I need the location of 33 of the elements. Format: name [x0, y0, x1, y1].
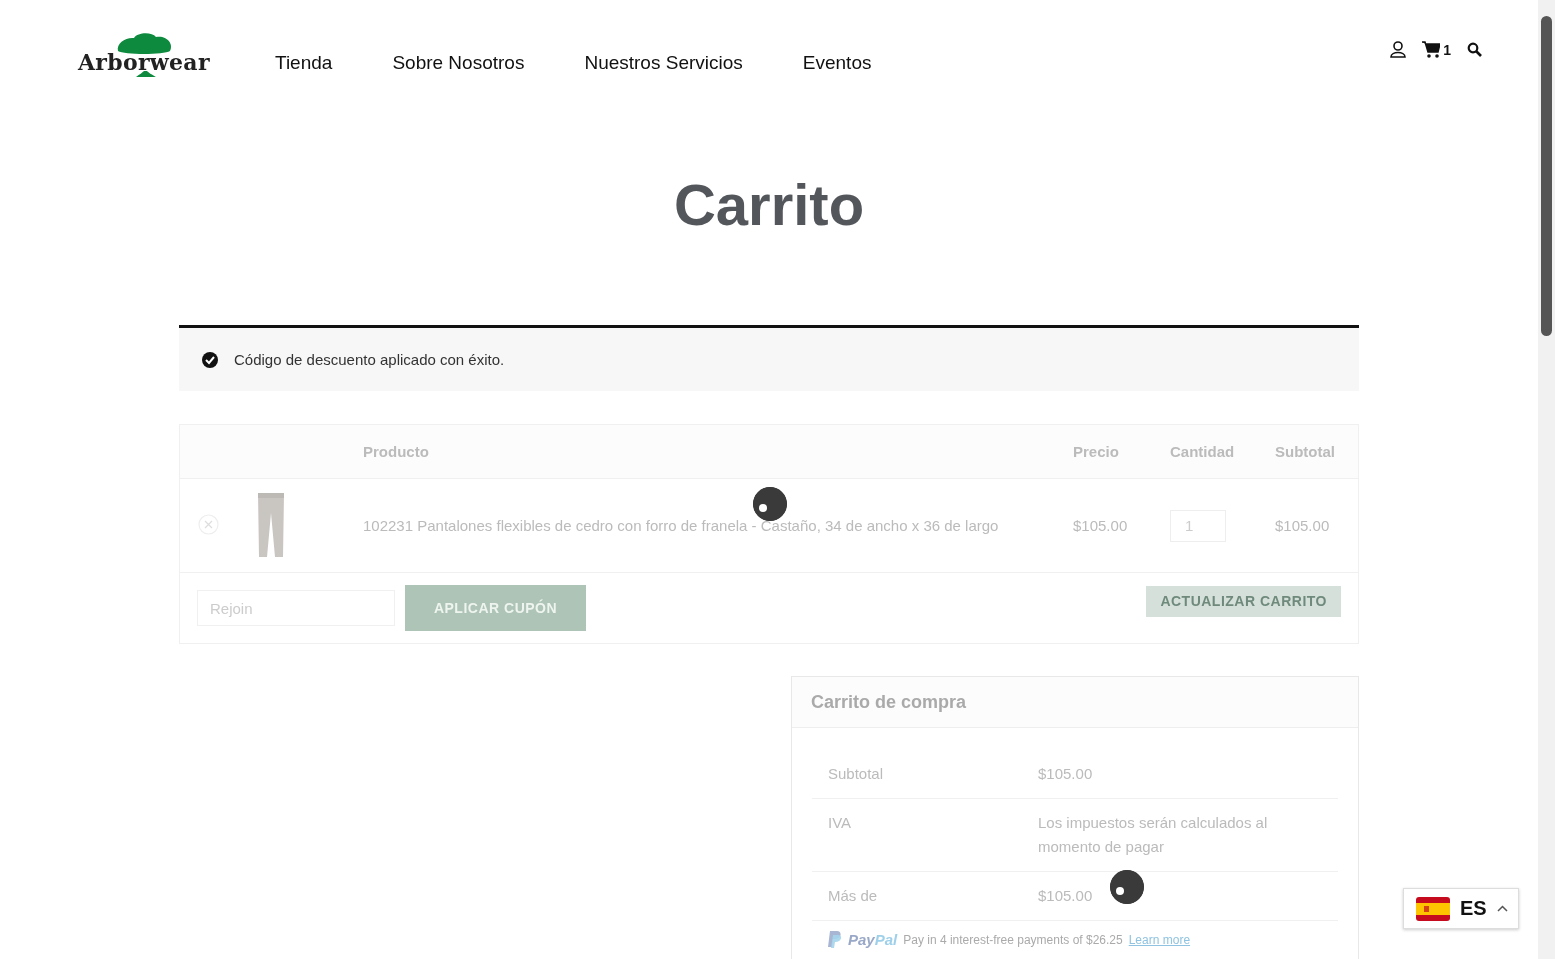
logo[interactable]: Arborwear — [78, 49, 210, 75]
total-value: $105.00 — [1038, 764, 1093, 784]
nav-link[interactable]: Sobre Nosotros — [392, 52, 525, 74]
total-label: Más de — [828, 886, 879, 906]
check-circle-icon — [202, 351, 218, 368]
loading-spinner-icon — [753, 487, 787, 521]
subtotal-cell: $105.00 — [1274, 478, 1359, 573]
column-header: Precio — [1072, 424, 1169, 479]
total-label: IVA — [828, 813, 853, 833]
total-value: Los impuestos serán calculados al momento de pagar — [1038, 813, 1269, 857]
cart-count: 1 — [1443, 42, 1451, 58]
paypal-icon — [828, 931, 842, 948]
language-selector[interactable]: ES — [1403, 888, 1519, 929]
cart-icon[interactable] — [1422, 41, 1441, 58]
nav-link[interactable]: Eventos — [802, 52, 872, 74]
search-icon[interactable] — [1467, 42, 1482, 57]
loading-spinner-icon — [1110, 870, 1144, 904]
language-code: ES — [1460, 897, 1487, 920]
total-value: $105.00 — [1038, 886, 1093, 906]
chevron-up-icon — [1496, 905, 1508, 912]
nav-link[interactable]: Tienda — [275, 52, 333, 74]
nav-link[interactable]: Nuestros Servicios — [584, 52, 743, 74]
paypal-message: Pay in 4 interest-free payments of $26.25 — [903, 932, 1123, 947]
user-icon[interactable] — [1390, 41, 1407, 58]
flag-icon — [1416, 896, 1450, 921]
notice-text: Código de descuento aplicado con éxito. — [234, 351, 505, 368]
paypal-logo: PayPal — [848, 931, 898, 948]
column-header: Producto — [362, 424, 1072, 479]
column-header: Cantidad — [1169, 424, 1274, 479]
price-cell: $105.00 — [1072, 478, 1169, 573]
column-header: Subtotal — [1274, 424, 1359, 479]
total-label: Subtotal — [828, 764, 885, 784]
page-title: Carrito — [672, 171, 866, 239]
